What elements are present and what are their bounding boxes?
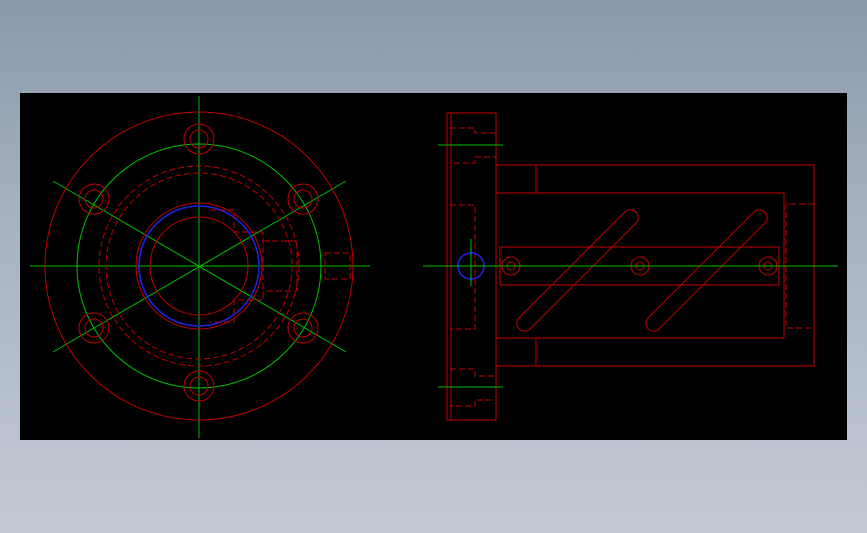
side-view: [423, 112, 838, 421]
front-view: [30, 96, 370, 438]
helical-slots: [516, 209, 768, 332]
cad-drawing: [30, 96, 838, 438]
bolt-hole: [287, 183, 319, 215]
bolt-hole: [287, 312, 319, 344]
side-centerlines: [423, 144, 838, 388]
front-centerlines: [30, 96, 370, 438]
flange-hidden-holes: [450, 127, 497, 407]
cad-viewport[interactable]: [20, 93, 847, 440]
